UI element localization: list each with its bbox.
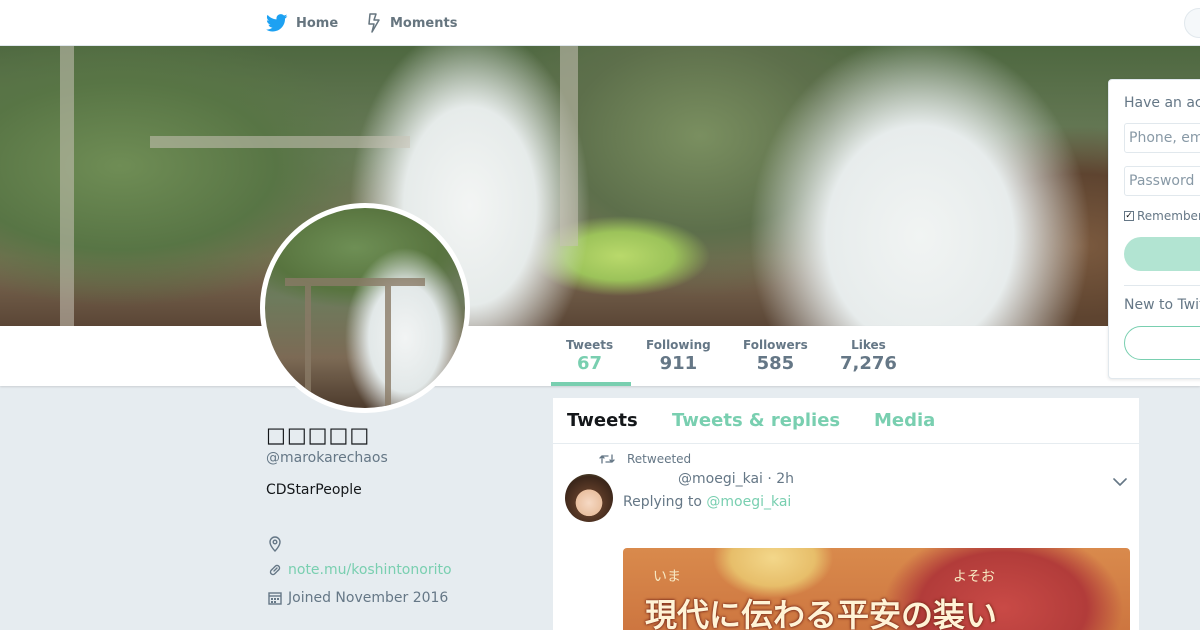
stat-value: 7,276 bbox=[840, 353, 897, 374]
avatar-detail bbox=[385, 286, 391, 406]
nav-home-label: Home bbox=[296, 15, 339, 31]
top-navigation: Home Moments bbox=[0, 0, 1200, 46]
profile-stats-bar: Tweets 67 Following 911 Followers 585 Li… bbox=[0, 326, 1200, 386]
tweet-author-avatar[interactable] bbox=[565, 474, 613, 522]
image-ruby-text: よそお bbox=[953, 569, 995, 585]
login-box: Have an account? Phone, email or usernam… bbox=[1108, 79, 1200, 379]
retweet-context: Retweeted bbox=[599, 452, 691, 466]
stat-followers[interactable]: Followers 585 bbox=[743, 338, 808, 374]
signup-prompt: New to Twitter? bbox=[1124, 297, 1200, 313]
profile-location bbox=[266, 535, 284, 553]
active-stat-indicator bbox=[551, 382, 631, 386]
login-heading: Have an account? bbox=[1124, 95, 1200, 111]
phone-email-input[interactable]: Phone, email or username bbox=[1124, 123, 1200, 153]
profile-avatar[interactable] bbox=[260, 203, 470, 413]
banner-detail bbox=[150, 136, 410, 148]
joined-text: Joined November 2016 bbox=[288, 590, 449, 606]
stat-likes[interactable]: Likes 7,276 bbox=[840, 338, 897, 374]
tab-tweets[interactable]: Tweets bbox=[567, 410, 638, 431]
stat-label: Likes bbox=[851, 338, 886, 352]
stat-label: Following bbox=[646, 338, 711, 352]
tab-tweets-replies[interactable]: Tweets & replies bbox=[672, 410, 840, 431]
retweeted-label: Retweeted bbox=[627, 452, 692, 466]
timeline: Tweets Tweets & replies Media Retweeted … bbox=[552, 397, 1140, 630]
timeline-tabs: Tweets Tweets & replies Media bbox=[553, 398, 1139, 444]
location-pin-icon bbox=[269, 536, 281, 552]
chevron-down-icon bbox=[1113, 478, 1127, 486]
remember-me[interactable]: ✓ Remember me bbox=[1124, 209, 1200, 223]
password-input[interactable]: Password bbox=[1124, 166, 1200, 196]
nav-moments-label: Moments bbox=[390, 15, 458, 31]
remember-checkbox[interactable]: ✓ bbox=[1124, 211, 1134, 221]
stat-label: Tweets bbox=[566, 338, 614, 352]
profile-bio: CDStarPeople bbox=[266, 482, 362, 498]
stat-following[interactable]: Following 911 bbox=[646, 338, 711, 374]
website-link[interactable]: note.mu/koshintonorito bbox=[288, 562, 452, 578]
link-icon bbox=[269, 564, 281, 576]
stat-value: 585 bbox=[756, 353, 795, 374]
stat-label: Followers bbox=[743, 338, 808, 352]
reply-to-link[interactable]: @moegi_kai bbox=[706, 494, 791, 510]
login-divider bbox=[1124, 285, 1200, 286]
tweet-menu-button[interactable] bbox=[1113, 472, 1127, 491]
retweet-icon bbox=[599, 454, 615, 464]
login-button[interactable] bbox=[1124, 237, 1200, 271]
lightning-icon bbox=[368, 13, 380, 33]
image-ruby-text: いま bbox=[653, 569, 681, 585]
calendar-icon bbox=[268, 592, 282, 605]
banner-detail bbox=[560, 46, 578, 246]
avatar-detail bbox=[285, 278, 425, 286]
tab-media[interactable]: Media bbox=[874, 410, 935, 431]
stat-value: 67 bbox=[577, 353, 603, 374]
profile-name: □□□□□ bbox=[266, 423, 371, 447]
reply-prefix: Replying to bbox=[623, 494, 702, 510]
twitter-bird-icon bbox=[266, 14, 288, 32]
profile-banner bbox=[0, 46, 1200, 326]
remember-label: Remember me bbox=[1137, 209, 1200, 223]
image-caption: 現代に伝わる平安の装い bbox=[645, 596, 998, 630]
nav-home[interactable]: Home bbox=[266, 12, 338, 34]
avatar-detail bbox=[305, 286, 311, 406]
nav-moments[interactable]: Moments bbox=[366, 12, 457, 34]
signup-button[interactable] bbox=[1124, 326, 1200, 360]
tweet-author-handle[interactable]: @moegi_kai · 2h bbox=[678, 471, 794, 487]
search-button[interactable] bbox=[1184, 8, 1200, 38]
banner-detail bbox=[60, 46, 74, 326]
profile-joined: Joined November 2016 bbox=[266, 589, 448, 607]
profile-handle[interactable]: @marokarechaos bbox=[266, 450, 388, 466]
tweet-reply-context: Replying to @moegi_kai bbox=[623, 494, 791, 510]
stat-tweets[interactable]: Tweets 67 bbox=[566, 338, 613, 374]
profile-website: note.mu/koshintonorito bbox=[266, 561, 452, 579]
stat-value: 911 bbox=[659, 353, 698, 374]
tweet-image[interactable]: いま よそお 現代に伝わる平安の装い bbox=[623, 548, 1130, 630]
